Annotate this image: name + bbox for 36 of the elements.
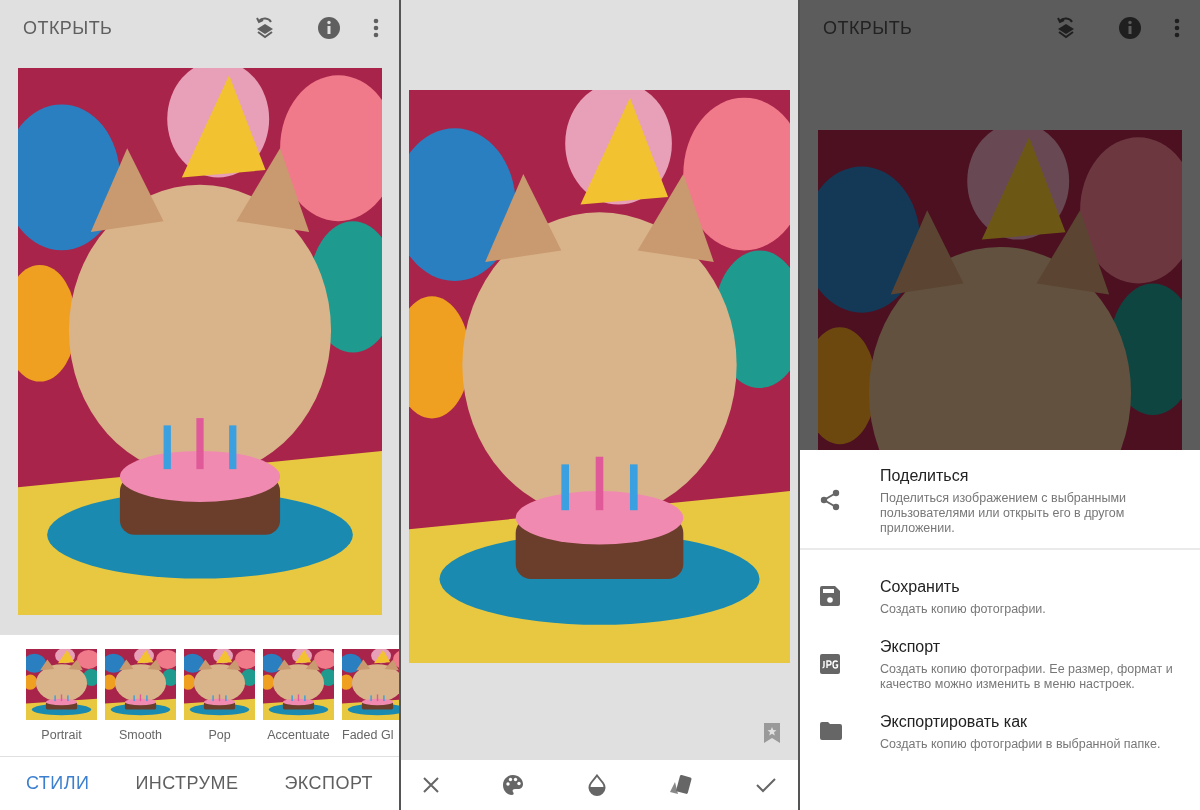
style-label: Smooth <box>118 727 163 744</box>
folder-icon <box>820 722 842 740</box>
jpg-file-icon <box>820 653 840 674</box>
style-thumbnail[interactable] <box>184 649 255 720</box>
style-label: Pop <box>208 727 231 744</box>
menu-item-description: Создать копию фотографии. <box>880 602 1046 617</box>
tab[interactable]: ЭКСПОРТ <box>284 770 373 797</box>
style-thumbnail[interactable] <box>26 649 97 720</box>
layers-icon[interactable] <box>255 16 275 40</box>
menu-item-description: Создать копию фотографии. Ее размер, формат и качество можно изменить в меню настроек. <box>880 662 1174 692</box>
style-label: Accentuate <box>267 727 330 744</box>
check-icon[interactable] <box>756 777 776 793</box>
menu-item-description: Создать копию фотографии в выбранной папке. <box>880 737 1161 752</box>
more-icon[interactable] <box>373 18 379 38</box>
style-label: Faded Gl <box>342 727 394 744</box>
tab[interactable]: СТИЛИ <box>26 770 90 797</box>
info-icon[interactable] <box>1118 16 1142 40</box>
more-icon[interactable] <box>1174 18 1180 38</box>
cards-icon[interactable] <box>669 774 694 796</box>
menu-item-title[interactable]: Поделиться <box>880 464 1190 488</box>
palette-icon[interactable] <box>501 774 524 796</box>
close-icon[interactable] <box>423 777 439 793</box>
menu-item-title[interactable]: Экспорт <box>880 635 1190 659</box>
tab[interactable]: ИНСТРУМЕ <box>135 770 239 797</box>
style-thumbnail[interactable] <box>342 649 399 720</box>
style-label: Portrait <box>41 727 82 744</box>
menu-item-title[interactable]: Экспортировать как <box>880 710 1161 734</box>
menu-item-title[interactable]: Сохранить <box>880 575 1046 599</box>
layers-icon[interactable] <box>1056 16 1076 40</box>
style-thumbnail[interactable] <box>263 649 334 720</box>
drop-icon[interactable] <box>586 774 607 796</box>
share-icon <box>820 489 840 511</box>
menu-item-description: Поделиться изображением с выбранными пользователями или открыть его в другом приложении. <box>880 491 1128 536</box>
style-thumbnail[interactable] <box>105 649 176 720</box>
info-icon[interactable] <box>317 16 341 40</box>
open-button[interactable]: ОТКРЫТЬ <box>23 14 113 42</box>
